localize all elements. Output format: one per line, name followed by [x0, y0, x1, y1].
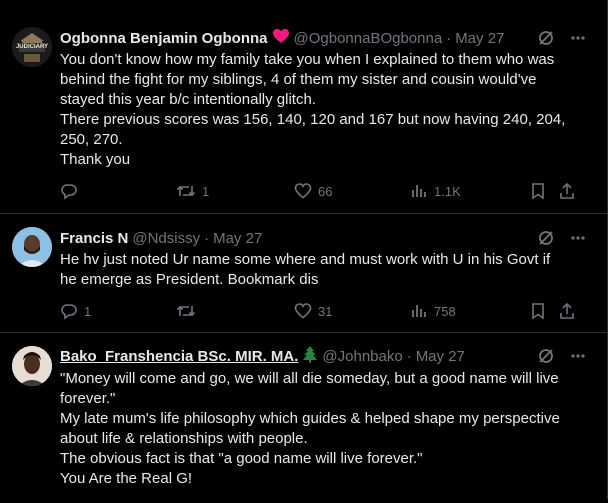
bookmark-icon [530, 302, 546, 320]
bookmark-icon [530, 182, 546, 200]
more-icon[interactable] [571, 347, 585, 370]
author-name[interactable]: Bako_Franshencia BSc. MIR. MA. [60, 348, 298, 365]
share-icon [558, 182, 576, 200]
bookmark-button[interactable] [530, 182, 546, 200]
like-count: 31 [318, 303, 333, 319]
author-handle[interactable]: @Johnbako [322, 348, 402, 365]
reply-button[interactable]: 1 [60, 302, 91, 320]
avatar[interactable] [12, 227, 52, 267]
text-line: He hv just noted Ur name some where and … [60, 251, 551, 268]
separator-dot: · [446, 29, 452, 47]
grok-icon[interactable] [537, 29, 555, 52]
tweet-2[interactable]: Francis N @Ndsissy · May 27 He hv just n… [0, 214, 607, 333]
text-line: 250, 270. [60, 131, 123, 148]
like-count: 66 [318, 183, 333, 199]
retweet-icon [176, 182, 196, 200]
separator-dot: · [204, 229, 210, 247]
author-handle[interactable]: @OgbonnaBOgbonna [294, 30, 443, 47]
text-line: forever." [60, 390, 116, 407]
retweet-button[interactable]: 1 [176, 182, 209, 200]
author-name[interactable]: Francis N [60, 230, 128, 247]
text-line: Thank you [60, 151, 131, 168]
author-handle[interactable]: @Ndsissy [132, 230, 200, 247]
retweet-button[interactable] [176, 302, 196, 320]
tweet-text: He hv just noted Ur name some where and … [60, 250, 589, 290]
grok-icon[interactable] [537, 347, 555, 370]
views-icon [410, 302, 428, 320]
tweet-3[interactable]: Bako_Franshencia BSc. MIR. MA. @Johnbako… [0, 333, 607, 503]
author-name[interactable]: Ogbonna Benjamin Ogbonna [60, 30, 268, 47]
timeline: JUDICIARY Ogbonna Benjamin Ogbonna @Ogbo… [0, 0, 608, 499]
like-icon [294, 182, 312, 200]
views-count: 758 [434, 303, 456, 319]
avatar-text: JUDICIARY [15, 44, 49, 50]
text-line: he emerge as President. Bookmark dis [60, 271, 319, 288]
views-icon [410, 182, 428, 200]
text-line: There previous scores was 156, 140, 120 … [60, 111, 566, 128]
tweet-text: You don't know how my family take you wh… [60, 50, 589, 170]
avatar[interactable]: JUDICIARY [12, 27, 52, 67]
share-button[interactable] [558, 302, 576, 320]
text-line: about life & relationships with people. [60, 430, 308, 447]
tweet-text: "Money will come and go, we will all die… [60, 369, 589, 489]
reply-count: 1 [84, 303, 92, 319]
avatar[interactable] [12, 346, 52, 386]
more-icon[interactable] [571, 29, 585, 52]
reply-icon [60, 302, 78, 320]
grok-icon[interactable] [537, 229, 555, 252]
separator-dot: · [406, 347, 412, 365]
text-line: "Money will come and go, we will all die… [60, 370, 559, 387]
like-button[interactable]: 31 [294, 302, 332, 320]
like-icon [294, 302, 312, 320]
views-button[interactable]: 758 [410, 302, 456, 320]
tweet-date[interactable]: May 27 [213, 230, 262, 247]
text-line: You Are the Real G! [60, 470, 193, 487]
views-button[interactable]: 1.1K [410, 182, 461, 200]
more-icon[interactable] [571, 229, 585, 252]
text-line: My late mum's life philosophy which guid… [60, 410, 560, 427]
text-line: behind the fight for my siblings, 4 of t… [60, 71, 537, 88]
tweet-date[interactable]: May 27 [416, 348, 465, 365]
share-icon [558, 302, 576, 320]
heart-emoji-icon [272, 28, 290, 48]
retweet-icon [176, 302, 196, 320]
share-button[interactable] [558, 182, 576, 200]
text-line: You don't know how my family take you wh… [60, 51, 555, 68]
tweet-date[interactable]: May 27 [455, 30, 504, 47]
retweet-count: 1 [202, 183, 210, 199]
like-button[interactable]: 66 [294, 182, 332, 200]
reply-icon [60, 182, 78, 200]
tweet-1[interactable]: JUDICIARY Ogbonna Benjamin Ogbonna @Ogbo… [0, 0, 607, 214]
views-count: 1.1K [434, 183, 461, 199]
bookmark-button[interactable] [530, 302, 546, 320]
text-line: The obvious fact is that "a good name wi… [60, 450, 423, 467]
christmas-tree-emoji-icon [302, 345, 318, 367]
reply-button[interactable] [60, 182, 78, 200]
text-line: stayed this year b/c intentionally glitc… [60, 91, 316, 108]
